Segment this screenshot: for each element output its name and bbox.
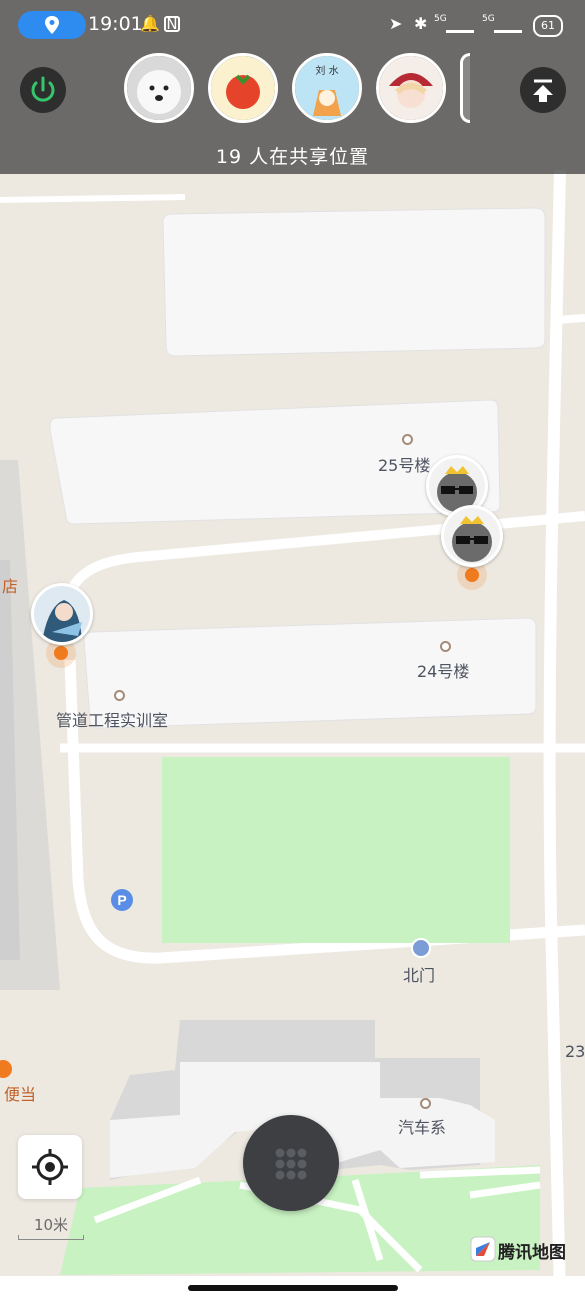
friend-location-marker[interactable] xyxy=(54,646,68,660)
svg-text:刘 水: 刘 水 xyxy=(315,65,338,77)
signal-5g-icon: 5G xyxy=(434,14,447,24)
auto-dept-dot xyxy=(420,1098,431,1109)
north-gate-icon[interactable] xyxy=(411,938,431,958)
power-icon xyxy=(31,76,55,102)
samoyed-avatar[interactable] xyxy=(124,53,194,123)
pipe-lab-dot xyxy=(114,690,125,701)
corgi-avatar[interactable]: 刘 水 xyxy=(292,53,362,123)
location-pin-icon xyxy=(45,16,59,34)
tencent-map-logo: 腾讯地图 xyxy=(470,1236,566,1263)
user-location-marker[interactable] xyxy=(465,568,479,582)
signal-bars-icon xyxy=(446,18,474,33)
sharing-count-text: 19 人在共享位置 xyxy=(215,146,370,168)
location-pill[interactable] xyxy=(18,11,86,39)
scale-bar xyxy=(18,1235,84,1240)
arrow-to-top-icon xyxy=(533,79,553,102)
anime-girl-avatar[interactable] xyxy=(376,53,446,123)
map-canvas[interactable] xyxy=(0,0,585,1298)
bell-icon: 🔔 xyxy=(140,14,160,33)
clock: 19:01 xyxy=(88,13,143,35)
edge-store-label[interactable]: 店 xyxy=(2,573,18,597)
edge-23-label[interactable]: 23 xyxy=(565,1042,585,1061)
pipe-lab-label[interactable]: 管道工程实训室 xyxy=(56,707,168,731)
power-button[interactable] xyxy=(20,67,66,113)
menu-button[interactable] xyxy=(243,1115,339,1211)
navigation-arrow-icon: ➤ xyxy=(389,14,403,33)
anime-character-avatar[interactable] xyxy=(31,583,93,645)
scale-label: 10米 xyxy=(33,1216,69,1234)
edge-convenience-label[interactable]: 便当 xyxy=(4,1081,36,1105)
map-scale: 10米 xyxy=(18,1214,84,1240)
status-bar: 19:01 🔔 N ➤ ✱ 5G 5G 61 xyxy=(0,0,585,52)
nfc-icon: N xyxy=(164,16,180,32)
grid-dots-icon xyxy=(275,1148,307,1180)
crosshair-icon xyxy=(32,1149,68,1185)
building24-label[interactable]: 24号楼 xyxy=(417,658,469,682)
tencent-map-icon xyxy=(470,1236,496,1262)
building24-dot xyxy=(440,641,451,652)
locate-me-button[interactable] xyxy=(18,1135,82,1199)
parking-icon[interactable]: P xyxy=(111,889,133,911)
home-indicator[interactable] xyxy=(188,1285,398,1291)
battery-icon: 61 xyxy=(533,15,563,37)
provider-name: 腾讯地图 xyxy=(498,1243,566,1263)
auto-dept-label[interactable]: 汽车系 xyxy=(398,1114,446,1138)
bottom-nav-bar xyxy=(0,1276,585,1298)
partial-avatar[interactable] xyxy=(460,53,470,123)
building25-label[interactable]: 25号楼 xyxy=(378,452,430,476)
north-gate-label[interactable]: 北门 xyxy=(403,962,435,986)
tomato-avatar[interactable] xyxy=(208,53,278,123)
collapse-top-button[interactable] xyxy=(520,67,566,113)
building25-dot xyxy=(402,434,413,445)
sunglasses-cat-avatar-2[interactable] xyxy=(441,505,503,567)
signal-bars-icon-2 xyxy=(494,18,522,33)
bluetooth-icon: ✱ xyxy=(414,14,428,33)
signal-5g-icon-2: 5G xyxy=(482,14,495,24)
